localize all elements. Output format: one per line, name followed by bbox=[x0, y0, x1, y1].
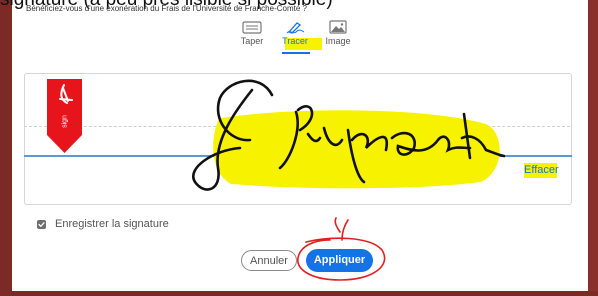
cropped-subcaption: Bénéficiez-vous d'une exonération du Fra… bbox=[26, 4, 307, 13]
tab-tracer-label: Tracer bbox=[282, 36, 308, 46]
tab-taper-label: Taper bbox=[240, 36, 264, 46]
signature-guide-line bbox=[24, 126, 570, 127]
signature-baseline bbox=[24, 155, 572, 157]
tab-image[interactable]: Image bbox=[318, 20, 358, 54]
keyboard-icon bbox=[242, 21, 262, 34]
cancel-button[interactable]: Annuler bbox=[241, 250, 297, 271]
apply-button[interactable]: Appliquer bbox=[306, 249, 373, 272]
image-icon bbox=[329, 20, 347, 34]
outer-frame-bottom bbox=[0, 291, 598, 296]
clear-signature-link[interactable]: Effacer bbox=[524, 164, 559, 176]
tab-taper[interactable]: Taper bbox=[232, 20, 272, 54]
checkmark-icon bbox=[38, 222, 45, 227]
tab-tracer[interactable]: Tracer bbox=[275, 20, 315, 54]
save-signature-label: Enregistrer la signature bbox=[55, 218, 169, 230]
save-signature-checkbox[interactable] bbox=[37, 220, 46, 229]
sign-ribbon-text: sign bbox=[61, 115, 69, 128]
outer-frame-right bbox=[588, 0, 598, 296]
tab-selected-indicator bbox=[282, 52, 310, 54]
pen-draw-icon bbox=[286, 22, 305, 34]
outer-frame-left bbox=[0, 0, 12, 296]
tab-image-label: Image bbox=[325, 36, 351, 46]
signature-pad[interactable] bbox=[24, 73, 572, 205]
